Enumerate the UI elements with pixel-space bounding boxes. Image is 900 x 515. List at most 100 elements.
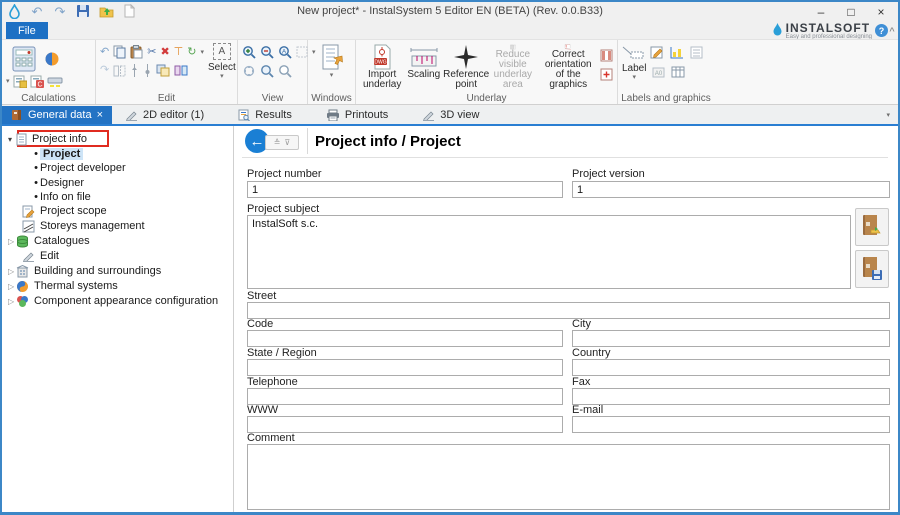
- tree-item-building-surroundings[interactable]: ▷ Building and surroundings: [8, 264, 161, 278]
- zoom-grid-icon[interactable]: [296, 46, 308, 58]
- ribbon-group-calculations: ▾ C Calculations: [2, 40, 96, 104]
- tree-item-project[interactable]: • Project: [32, 147, 83, 161]
- windows-button[interactable]: ▾: [312, 43, 351, 80]
- comment-textarea[interactable]: [247, 444, 890, 510]
- paper-format-icon[interactable]: A0: [652, 67, 665, 78]
- load-address-book-button[interactable]: [855, 208, 889, 246]
- doc-tab-printouts[interactable]: Printouts: [317, 106, 397, 124]
- paste-icon[interactable]: [130, 45, 143, 59]
- project-scope-icon: [22, 205, 35, 218]
- tree-item-thermal-systems[interactable]: ▷ Thermal systems: [8, 279, 118, 293]
- expanded-arrow-icon[interactable]: ▾: [8, 135, 16, 144]
- telephone-input[interactable]: [247, 388, 563, 405]
- collapsed-arrow-icon[interactable]: ▷: [8, 282, 16, 291]
- email-input[interactable]: [572, 416, 890, 433]
- tree-item-project-developer[interactable]: • Project developer: [32, 161, 126, 175]
- nav-down-icon: ⊽: [284, 138, 290, 147]
- group-label-underlay: Underlay: [356, 93, 617, 104]
- street-input[interactable]: [247, 302, 890, 319]
- radiator-icon[interactable]: [47, 76, 63, 88]
- doc-tab-general-data[interactable]: General data ×: [2, 106, 112, 124]
- align-vertical-icon[interactable]: [130, 64, 139, 77]
- close-tab-icon[interactable]: ×: [97, 109, 103, 121]
- fax-input[interactable]: [572, 388, 890, 405]
- tree-item-catalogues[interactable]: ▷ Catalogues: [8, 234, 90, 248]
- import-underlay-button[interactable]: DWG Import underlay: [360, 43, 404, 91]
- zoom-out-icon[interactable]: [260, 45, 274, 59]
- zoom-window-icon[interactable]: [260, 64, 274, 78]
- underlay-add-icon[interactable]: [600, 68, 613, 81]
- cut-icon[interactable]: ✂: [147, 47, 156, 58]
- tree-item-storeys-management[interactable]: Storeys management: [22, 219, 145, 233]
- storeys-icon: [22, 220, 35, 233]
- tree-item-project-scope[interactable]: Project scope: [22, 204, 107, 218]
- label-button[interactable]: Label ▾: [622, 63, 646, 81]
- form-header: ← ≙ ⊽ Project info / Project: [235, 126, 898, 157]
- www-input[interactable]: [247, 416, 563, 433]
- tab-list-dropdown-icon[interactable]: ▾: [886, 111, 890, 119]
- refresh-icon[interactable]: ↻: [187, 47, 196, 58]
- collapsed-arrow-icon[interactable]: ▷: [8, 297, 16, 306]
- align-horizontal-icon[interactable]: [143, 64, 152, 77]
- zoom-selection-icon[interactable]: [278, 64, 292, 78]
- nav-updown-button[interactable]: ≙ ⊽: [265, 135, 299, 150]
- document-icon: [16, 133, 27, 146]
- label-callout-icon[interactable]: [622, 46, 644, 59]
- tree-item-project-info[interactable]: ▾ Project info: [8, 132, 87, 146]
- scaling-button[interactable]: Scaling: [404, 43, 443, 91]
- refrigeration-calc-icon[interactable]: [44, 51, 60, 67]
- collapse-ribbon-icon[interactable]: ^: [887, 24, 897, 37]
- redo-edit-icon[interactable]: ↷: [100, 65, 109, 76]
- code-input[interactable]: [247, 330, 563, 347]
- project-number-input[interactable]: [247, 181, 563, 198]
- underlay-visibility-icon[interactable]: [600, 49, 613, 62]
- doc-tab-2d-editor[interactable]: 2D editor (1): [116, 106, 213, 124]
- table-icon[interactable]: [671, 66, 685, 78]
- close-button[interactable]: ×: [866, 2, 896, 21]
- reduce-visible-underlay-button[interactable]: Reduce visible underlay area: [489, 43, 536, 91]
- save-address-book-button[interactable]: [855, 250, 889, 288]
- state-region-input[interactable]: [247, 359, 563, 376]
- tab-file[interactable]: File: [6, 22, 48, 39]
- tree-label: Building and surroundings: [34, 265, 161, 277]
- label-dropdown-icon[interactable]: ▾: [632, 74, 636, 81]
- calculations-dropdown-icon[interactable]: ▾: [6, 78, 10, 85]
- minimize-button[interactable]: –: [806, 2, 836, 21]
- edit-more-dropdown-icon[interactable]: ▾: [200, 49, 204, 56]
- doc-tab-3d-view[interactable]: 3D view: [413, 106, 488, 124]
- group-icon[interactable]: [156, 64, 170, 77]
- maximize-button[interactable]: □: [836, 2, 866, 21]
- calculator-icon[interactable]: [12, 46, 36, 72]
- collapsed-arrow-icon[interactable]: ▷: [8, 267, 16, 276]
- reference-point-button[interactable]: Reference point: [443, 43, 489, 91]
- merge-icon[interactable]: ⊤: [174, 47, 184, 58]
- ungroup-icon[interactable]: [174, 64, 188, 77]
- project-version-input[interactable]: [572, 181, 890, 198]
- tree-item-edit[interactable]: Edit: [22, 249, 59, 263]
- doc-tab-results[interactable]: Results: [229, 106, 301, 124]
- copy-icon[interactable]: [113, 45, 126, 59]
- mirror-icon[interactable]: [113, 65, 126, 77]
- project-subject-textarea[interactable]: InstalSoft s.c.: [247, 215, 851, 289]
- city-input[interactable]: [572, 330, 890, 347]
- correct-orientation-button[interactable]: Correct orientation of the graphics: [536, 43, 600, 91]
- collapsed-arrow-icon[interactable]: ▷: [8, 237, 16, 246]
- select-dropdown-icon[interactable]: ▾: [220, 73, 224, 80]
- windows-dropdown-icon[interactable]: ▾: [330, 72, 334, 79]
- pan-icon[interactable]: [242, 64, 256, 78]
- tree-item-info-on-file[interactable]: • Info on file: [32, 190, 91, 204]
- legend-icon[interactable]: [690, 46, 703, 59]
- zoom-in-icon[interactable]: [242, 45, 256, 59]
- delete-icon[interactable]: ✖: [160, 47, 169, 58]
- calc-options-icon[interactable]: C: [30, 75, 44, 88]
- undo-edit-icon[interactable]: ↶: [100, 47, 109, 58]
- calc-results-icon[interactable]: [13, 75, 27, 88]
- zoom-all-icon[interactable]: A: [278, 45, 292, 59]
- ribbon-group-labels: Label ▾ A0 Labels and graphics: [618, 40, 714, 104]
- select-button[interactable]: A Select ▾: [208, 43, 236, 80]
- chart-icon[interactable]: [670, 46, 684, 59]
- tree-item-designer[interactable]: • Designer: [32, 176, 84, 190]
- tree-item-component-appearance[interactable]: ▷ Component appearance configuration: [8, 294, 218, 308]
- edit-note-icon[interactable]: [650, 46, 664, 59]
- country-input[interactable]: [572, 359, 890, 376]
